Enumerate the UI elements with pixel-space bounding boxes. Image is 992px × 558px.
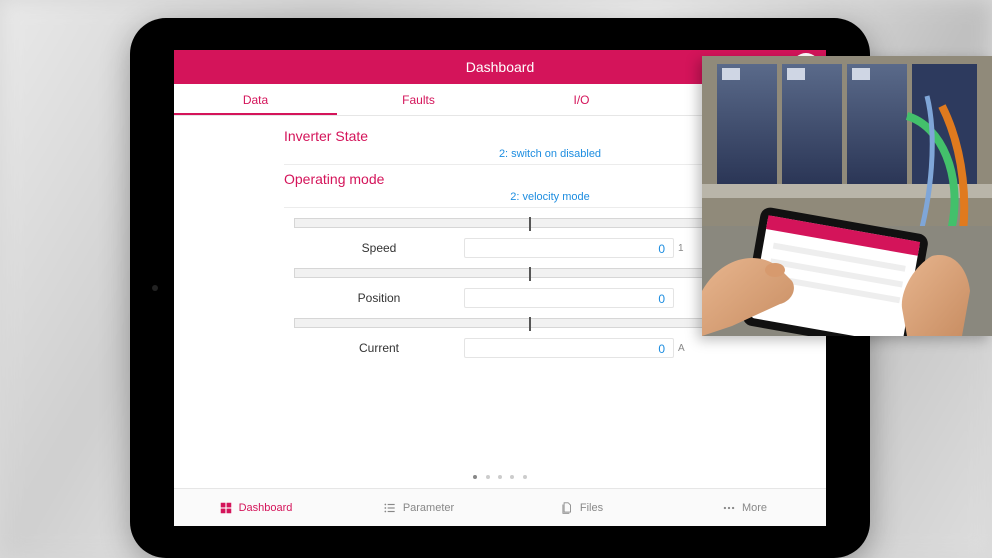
nav-dashboard[interactable]: Dashboard xyxy=(174,489,337,526)
list-icon xyxy=(383,501,397,515)
tab-label: I/O xyxy=(573,93,589,107)
page-dot xyxy=(510,475,514,479)
tab-faults[interactable]: Faults xyxy=(337,84,500,115)
nav-label: Parameter xyxy=(403,502,454,514)
param-label: Position xyxy=(294,291,464,305)
param-value-position[interactable]: 0 xyxy=(464,288,674,308)
param-value-speed[interactable]: 0 xyxy=(464,238,674,258)
slider-position[interactable] xyxy=(294,268,766,278)
nav-files[interactable]: Files xyxy=(500,489,663,526)
bottom-nav: Dashboard Parameter Files xyxy=(174,488,826,526)
slider-speed[interactable] xyxy=(294,218,766,228)
nav-label: Files xyxy=(580,502,603,514)
tab-label: Data xyxy=(243,93,268,107)
page-dot xyxy=(498,475,502,479)
nav-more[interactable]: More xyxy=(663,489,826,526)
tab-data[interactable]: Data xyxy=(174,84,337,115)
nav-label: More xyxy=(742,502,767,514)
tiles-icon xyxy=(219,501,233,515)
param-row-current: Current 0 A xyxy=(294,338,816,358)
ipad-camera xyxy=(152,285,158,291)
topbar-title: Dashboard xyxy=(466,59,535,75)
more-icon xyxy=(722,501,736,515)
param-value-current[interactable]: 0 xyxy=(464,338,674,358)
page-dot xyxy=(473,475,477,479)
param-label: Speed xyxy=(294,241,464,255)
nav-label: Dashboard xyxy=(239,502,293,514)
page-dot xyxy=(486,475,490,479)
page-dots[interactable] xyxy=(174,462,826,488)
files-icon xyxy=(560,501,574,515)
slider-current[interactable] xyxy=(294,318,766,328)
page-dot xyxy=(523,475,527,479)
param-unit: 1 xyxy=(674,243,694,254)
nav-parameter[interactable]: Parameter xyxy=(337,489,500,526)
tab-io[interactable]: I/O xyxy=(500,84,663,115)
param-unit: A xyxy=(674,343,694,354)
tab-label: Faults xyxy=(402,93,435,107)
param-label: Current xyxy=(294,341,464,355)
overlay-photo xyxy=(702,56,992,336)
